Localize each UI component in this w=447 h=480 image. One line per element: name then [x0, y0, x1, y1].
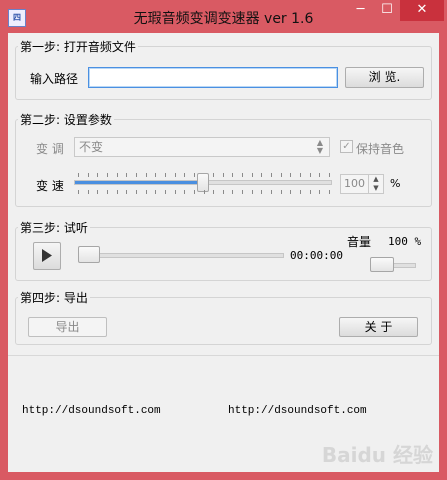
keep-tone-checkbox[interactable]: ✓	[340, 140, 353, 153]
input-path-label: 输入路径	[30, 72, 79, 86]
position-slider-track[interactable]	[78, 253, 284, 258]
slider-tick	[281, 190, 282, 194]
slider-tick	[155, 190, 156, 194]
footer-divider	[8, 355, 439, 356]
slider-tick	[136, 173, 137, 177]
volume-slider-thumb[interactable]	[370, 257, 394, 272]
slider-tick	[300, 190, 301, 194]
slider-tick	[213, 190, 214, 194]
slider-tick	[184, 173, 185, 177]
slider-tick	[223, 173, 224, 177]
slider-tick	[184, 190, 185, 194]
slider-tick	[155, 173, 156, 177]
maximize-button[interactable]: ☐	[374, 0, 400, 21]
position-slider-thumb[interactable]	[78, 246, 100, 263]
pitch-select-value: 不变	[79, 140, 104, 154]
volume-label: 音量	[347, 235, 372, 249]
slider-tick	[204, 190, 205, 194]
slider-tick	[146, 190, 147, 194]
speed-ticks-bottom	[78, 190, 330, 194]
speed-value: 100	[344, 177, 365, 190]
minimize-button[interactable]: ─	[347, 0, 374, 21]
spin-arrows-icon[interactable]: ▲ ▼	[368, 175, 383, 193]
slider-tick	[319, 173, 320, 177]
title-bar[interactable]: 四 无瑕音频变调变速器 ver 1.6 ─ ☐ ✕	[0, 0, 447, 33]
play-button[interactable]	[33, 242, 61, 270]
slider-tick	[252, 190, 253, 194]
slider-tick	[271, 190, 272, 194]
slider-tick	[329, 190, 330, 194]
step4-legend: 第四步: 导出	[20, 291, 88, 305]
slider-tick	[78, 173, 79, 177]
speed-slider-fill	[75, 181, 204, 184]
app-window: 四 无瑕音频变调变速器 ver 1.6 ─ ☐ ✕ 第一步: 打开音频文件 输入…	[0, 0, 447, 480]
speed-spinbox[interactable]: 100 ▲ ▼	[340, 174, 384, 194]
slider-tick	[78, 190, 79, 194]
up-down-arrow-icon: ▲ ▼	[316, 138, 324, 155]
window-client-area: 第一步: 打开音频文件 输入路径 浏 览. 第二步: 设置参数 变 调 不变 ▲…	[8, 33, 439, 472]
slider-tick	[88, 173, 89, 177]
slider-tick	[232, 190, 233, 194]
slider-tick	[329, 173, 330, 177]
slider-tick	[310, 190, 311, 194]
time-display: 00:00:00	[290, 249, 343, 262]
slider-tick	[117, 173, 118, 177]
slider-tick	[107, 190, 108, 194]
slider-tick	[126, 190, 127, 194]
slider-tick	[146, 173, 147, 177]
slider-tick	[107, 173, 108, 177]
slider-tick	[242, 190, 243, 194]
slider-tick	[242, 173, 243, 177]
website-link-left[interactable]: http://dsoundsoft.com	[22, 405, 161, 417]
slider-tick	[165, 173, 166, 177]
slider-tick	[281, 173, 282, 177]
slider-tick	[126, 173, 127, 177]
slider-tick	[310, 173, 311, 177]
slider-tick	[319, 190, 320, 194]
play-icon	[42, 249, 52, 262]
slider-tick	[290, 173, 291, 177]
slider-tick	[261, 190, 262, 194]
slider-tick	[136, 190, 137, 194]
pitch-select[interactable]: 不变 ▲ ▼	[74, 137, 330, 157]
slider-tick	[290, 190, 291, 194]
slider-tick	[165, 190, 166, 194]
slider-tick	[97, 173, 98, 177]
input-path-field[interactable]	[88, 67, 338, 88]
slider-tick	[194, 190, 195, 194]
slider-tick	[223, 190, 224, 194]
slider-tick	[271, 173, 272, 177]
close-button[interactable]: ✕	[400, 0, 444, 21]
keep-tone-label: 保持音色	[356, 142, 405, 156]
slider-tick	[300, 173, 301, 177]
browse-button[interactable]: 浏 览.	[345, 67, 424, 88]
volume-value: 100 %	[388, 235, 422, 248]
slider-tick	[232, 173, 233, 177]
speed-unit: %	[390, 177, 401, 190]
speed-label: 变 速	[36, 179, 64, 193]
watermark: Baidu 经验	[321, 443, 433, 467]
slider-tick	[88, 190, 89, 194]
export-button[interactable]: 导出	[28, 317, 107, 337]
about-button[interactable]: 关 于	[339, 317, 418, 337]
slider-tick	[117, 190, 118, 194]
slider-tick	[97, 190, 98, 194]
slider-tick	[261, 173, 262, 177]
step3-legend: 第三步: 试听	[20, 221, 88, 235]
slider-tick	[175, 190, 176, 194]
step1-legend: 第一步: 打开音频文件	[20, 40, 136, 54]
step2-legend: 第二步: 设置参数	[20, 113, 112, 127]
website-link-right[interactable]: http://dsoundsoft.com	[228, 405, 367, 417]
slider-tick	[213, 173, 214, 177]
pitch-label: 变 调	[36, 142, 64, 156]
slider-tick	[175, 173, 176, 177]
slider-tick	[194, 173, 195, 177]
slider-tick	[252, 173, 253, 177]
